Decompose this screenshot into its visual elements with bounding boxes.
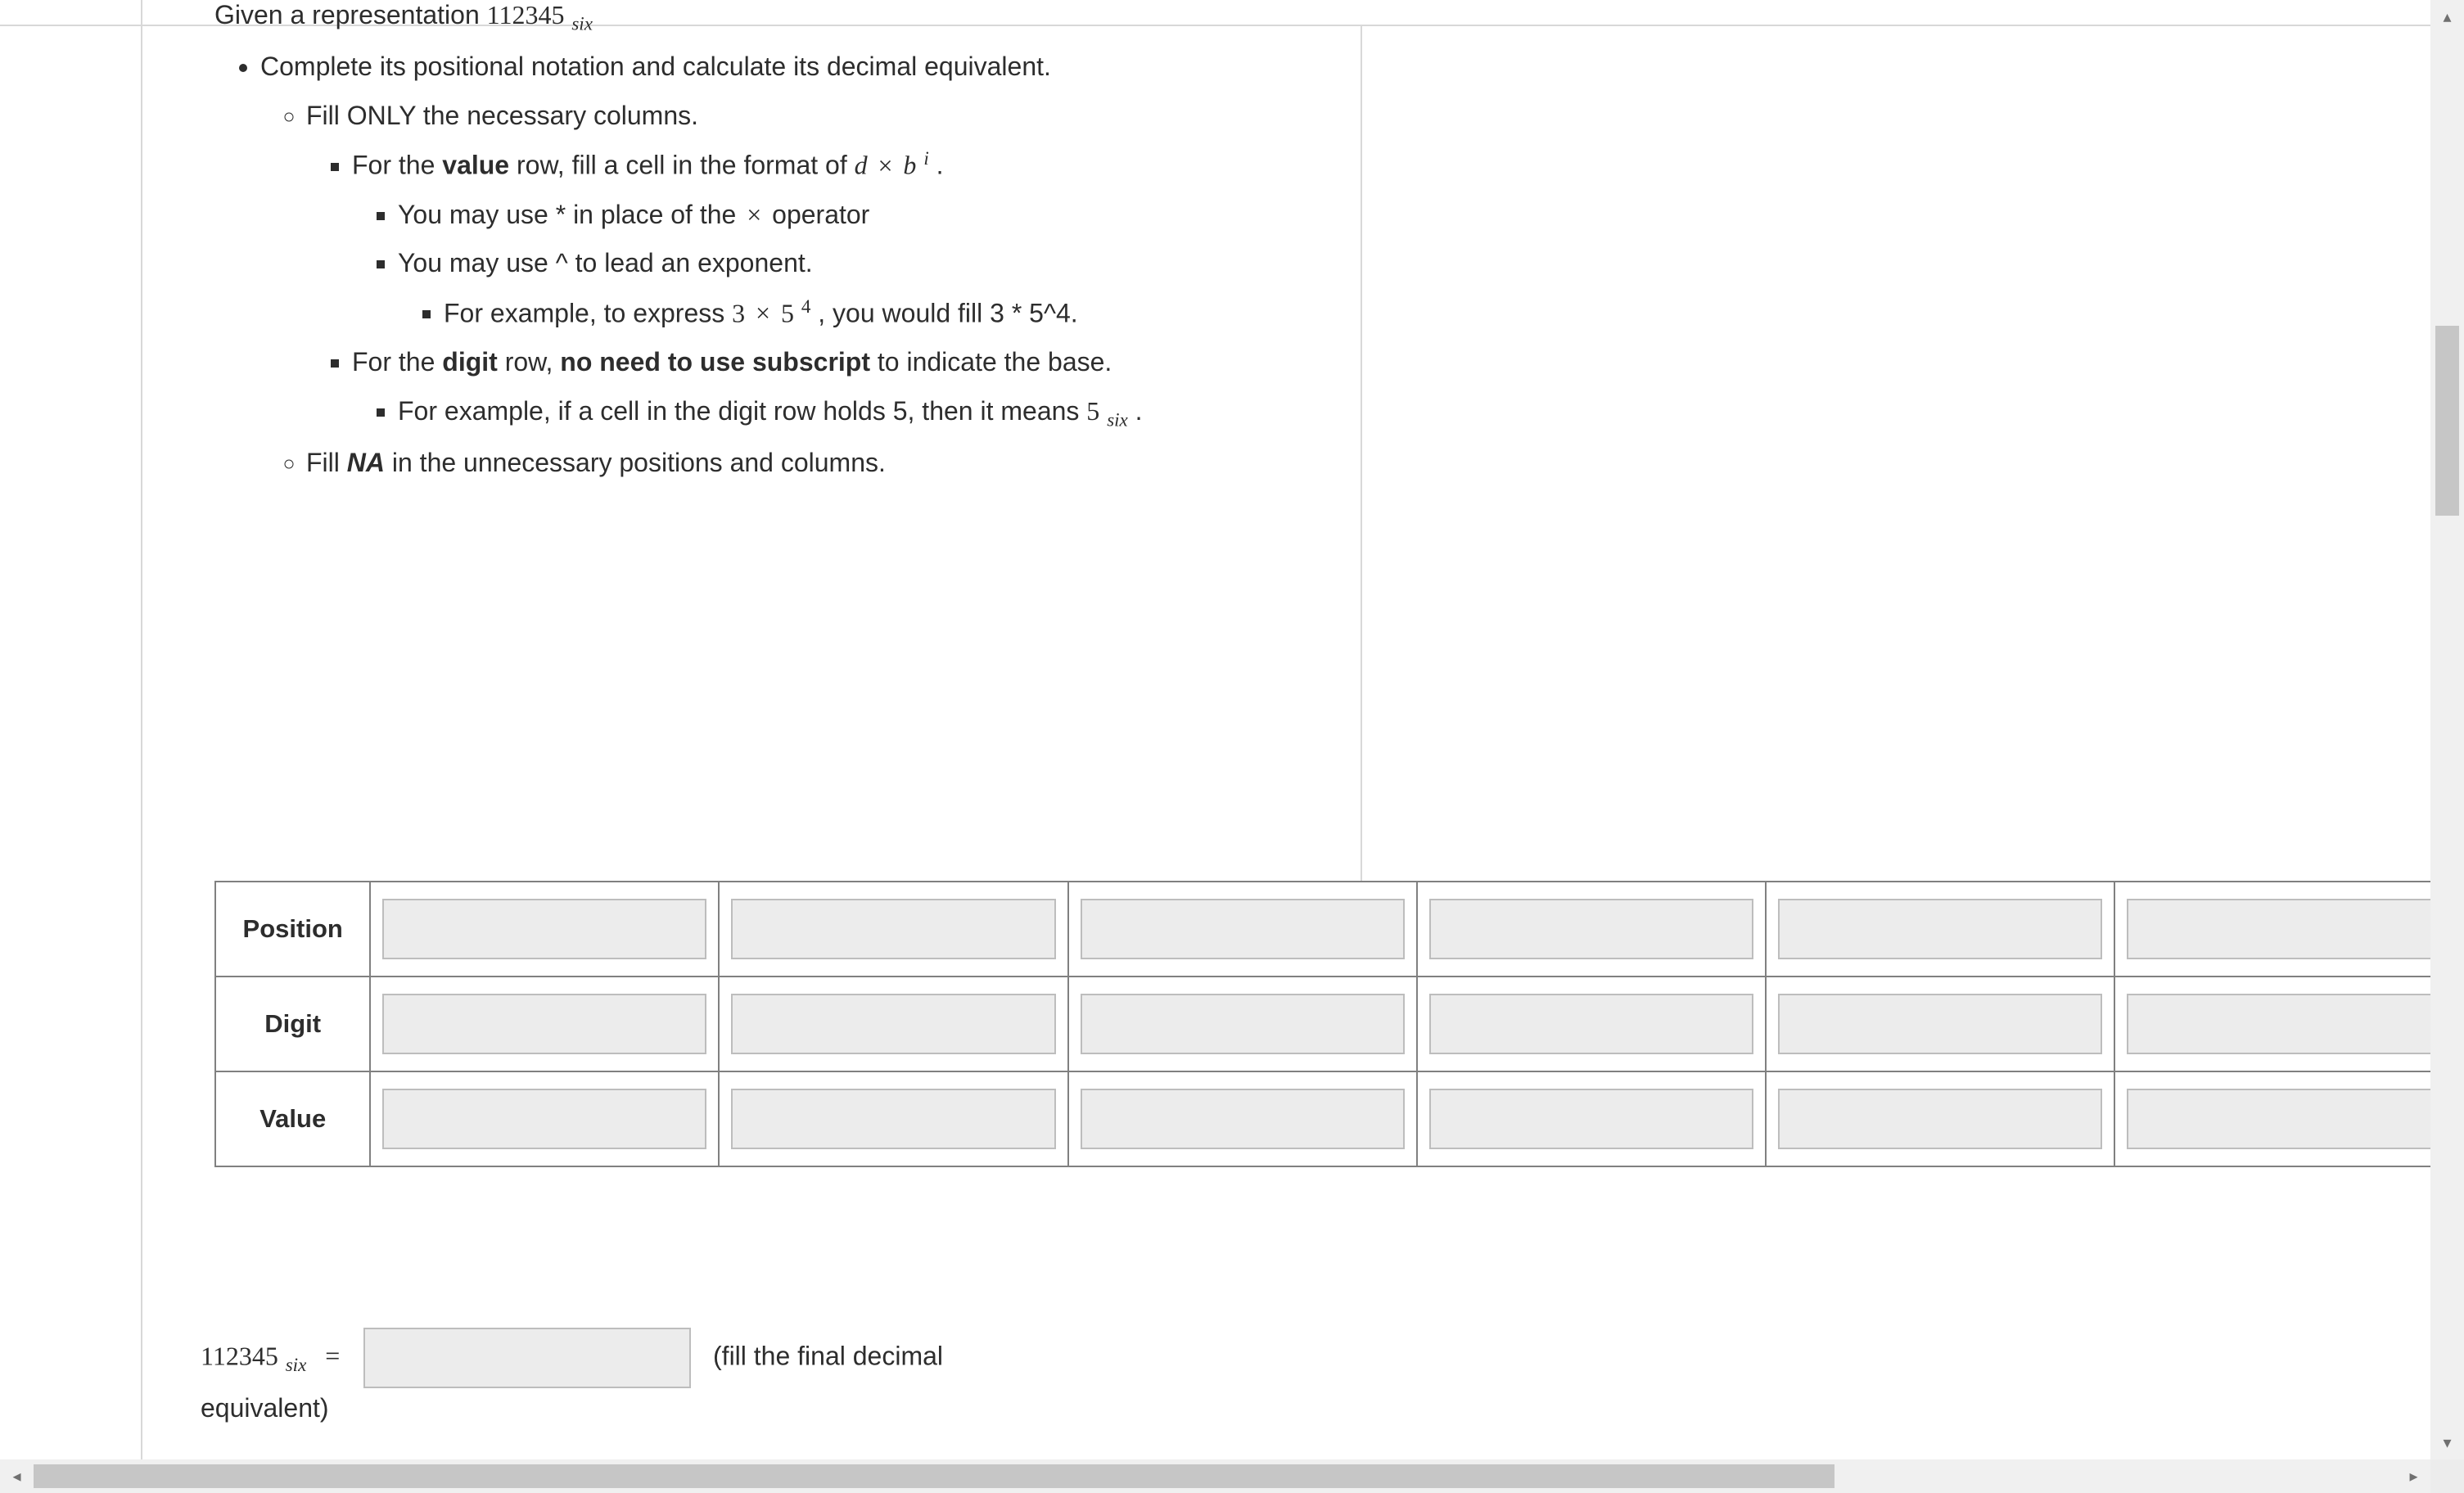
b1a1iiA-3: 3 (732, 298, 745, 327)
bullet-1a1ii: You may use ^ to lead an exponent. For e… (398, 243, 2423, 334)
b1a1i-pre: You may use * in place of the (398, 200, 743, 229)
b1a1-bold: value (442, 151, 509, 180)
b1a2i-5: 5 (1086, 396, 1099, 426)
b1b-bold: NA (347, 448, 385, 477)
bullet-1a1iiA: For example, to express 3 × 5 4 , you wo… (444, 292, 2423, 334)
times-icon: × (874, 151, 896, 180)
row-head-value: Value (215, 1071, 370, 1166)
b1a2-mid: row, (505, 347, 561, 377)
question-content: Given a representation 112345 six Comple… (214, 0, 2439, 491)
positional-table: Position Digit Value (214, 881, 2464, 1167)
table-row: Position (215, 882, 2463, 977)
value-col-5-input[interactable] (1778, 1089, 2102, 1149)
b1a2-pre: For the (352, 347, 442, 377)
b1a1iiA-post: , you would fill 3 * 5^4. (818, 298, 1077, 327)
b1a1-d: d (855, 151, 868, 180)
positional-table-wrap: Position Digit Value (214, 881, 2464, 1167)
b1a1-b: b (903, 151, 916, 180)
horizontal-scroll-thumb[interactable] (34, 1464, 1834, 1488)
b1a1-pre: For the (352, 151, 442, 180)
value-col-6-input[interactable] (2127, 1089, 2451, 1149)
bullet-1a2i: For example, if a cell in the digit row … (398, 391, 2423, 435)
final-decimal-input[interactable] (363, 1328, 691, 1388)
digit-col-1-input[interactable] (382, 994, 706, 1054)
b1b-pre: Fill (306, 448, 347, 477)
b1a2-bold2: no need to use subscript (560, 347, 870, 377)
b1a1iiA-4: 4 (801, 295, 811, 317)
b1a1-i: i (923, 147, 928, 169)
b1a2-post: to indicate the base. (878, 347, 1112, 377)
position-col-3-input[interactable] (1081, 899, 1405, 959)
equals-sign: = (314, 1341, 351, 1370)
bullet-1a: Fill ONLY the necessary columns. For the… (306, 96, 2423, 435)
vertical-divider-left (141, 0, 142, 1493)
bullet-1a-text: Fill ONLY the necessary columns. (306, 101, 698, 130)
bullet-1: Complete its positional notation and cal… (260, 47, 2423, 483)
position-col-2-input[interactable] (731, 899, 1055, 959)
table-row: Value (215, 1071, 2463, 1166)
digit-col-5-input[interactable] (1778, 994, 2102, 1054)
b1a1iiA-pre: For example, to express (444, 298, 732, 327)
scrollbar-corner (2430, 1459, 2464, 1493)
vertical-scrollbar[interactable]: ▴ ▾ (2430, 0, 2464, 1459)
b1a2i-post: . (1135, 396, 1143, 426)
sublist-1a1ii: For example, to express 3 × 5 4 , you wo… (398, 292, 2423, 334)
times-icon-2: × (743, 200, 765, 229)
value-col-4-input[interactable] (1429, 1089, 1753, 1149)
position-col-6-input[interactable] (2127, 899, 2451, 959)
b1a2-bold1: digit (442, 347, 498, 377)
b1a2i-base: six (1107, 408, 1128, 430)
position-col-4-input[interactable] (1429, 899, 1753, 959)
intro-baseword: six (571, 12, 593, 34)
intro-number: 112345 (487, 0, 565, 29)
b1a1i-post: operator (772, 200, 869, 229)
scroll-right-icon[interactable]: ▸ (2397, 1459, 2430, 1493)
digit-col-2-input[interactable] (731, 994, 1055, 1054)
sublist-1: Fill ONLY the necessary columns. For the… (260, 96, 2423, 484)
final-answer-line: 112345 six = (fill the final decimal equ… (201, 1328, 2411, 1429)
scroll-down-icon[interactable]: ▾ (2430, 1426, 2464, 1459)
b1a1-mid: row, fill a cell in the format of (517, 151, 855, 180)
bullet-1a1i: You may use * in place of the × operator (398, 195, 2423, 236)
row-head-position: Position (215, 882, 370, 977)
digit-col-6-input[interactable] (2127, 994, 2451, 1054)
b1a1ii-text: You may use ^ to lead an exponent. (398, 248, 813, 277)
value-col-3-input[interactable] (1081, 1089, 1405, 1149)
bullet-1b: Fill NA in the unnecessary positions and… (306, 443, 2423, 484)
final-equivalent: equivalent) (201, 1393, 329, 1423)
bullet-1a2: For the digit row, no need to use subscr… (352, 342, 2423, 435)
value-col-1-input[interactable] (382, 1089, 706, 1149)
bullet-1-text: Complete its positional notation and cal… (260, 52, 1051, 81)
sublist-1a2: For example, if a cell in the digit row … (352, 391, 2423, 435)
intro-line: Given a representation 112345 six (214, 0, 2423, 38)
position-col-1-input[interactable] (382, 899, 706, 959)
b1b-post: in the unnecessary positions and columns… (392, 448, 886, 477)
value-col-2-input[interactable] (731, 1089, 1055, 1149)
b1a2i-pre: For example, if a cell in the digit row … (398, 396, 1086, 426)
page-viewport: Given a representation 112345 six Comple… (0, 0, 2464, 1493)
vertical-scroll-thumb[interactable] (2435, 326, 2459, 516)
scroll-up-icon[interactable]: ▴ (2430, 0, 2464, 34)
main-list: Complete its positional notation and cal… (214, 47, 2423, 483)
times-icon-3: × (752, 298, 774, 327)
sublist-1a1: You may use * in place of the × operator… (352, 195, 2423, 334)
table-row: Digit (215, 977, 2463, 1071)
b1a1iiA-5: 5 (781, 298, 794, 327)
digit-col-4-input[interactable] (1429, 994, 1753, 1054)
position-col-5-input[interactable] (1778, 899, 2102, 959)
horizontal-scrollbar[interactable]: ◂ ▸ (0, 1459, 2430, 1493)
digit-col-3-input[interactable] (1081, 994, 1405, 1054)
b1a1-post: . (936, 151, 944, 180)
final-base: six (286, 1354, 307, 1375)
final-number: 112345 (201, 1341, 278, 1370)
intro-prefix: Given a representation (214, 0, 487, 29)
sublist-1a: For the value row, fill a cell in the fo… (306, 144, 2423, 434)
bullet-1a1: For the value row, fill a cell in the fo… (352, 144, 2423, 334)
final-paren-open: (fill the final decimal (713, 1341, 943, 1370)
row-head-digit: Digit (215, 977, 370, 1071)
scroll-left-icon[interactable]: ◂ (0, 1459, 34, 1493)
